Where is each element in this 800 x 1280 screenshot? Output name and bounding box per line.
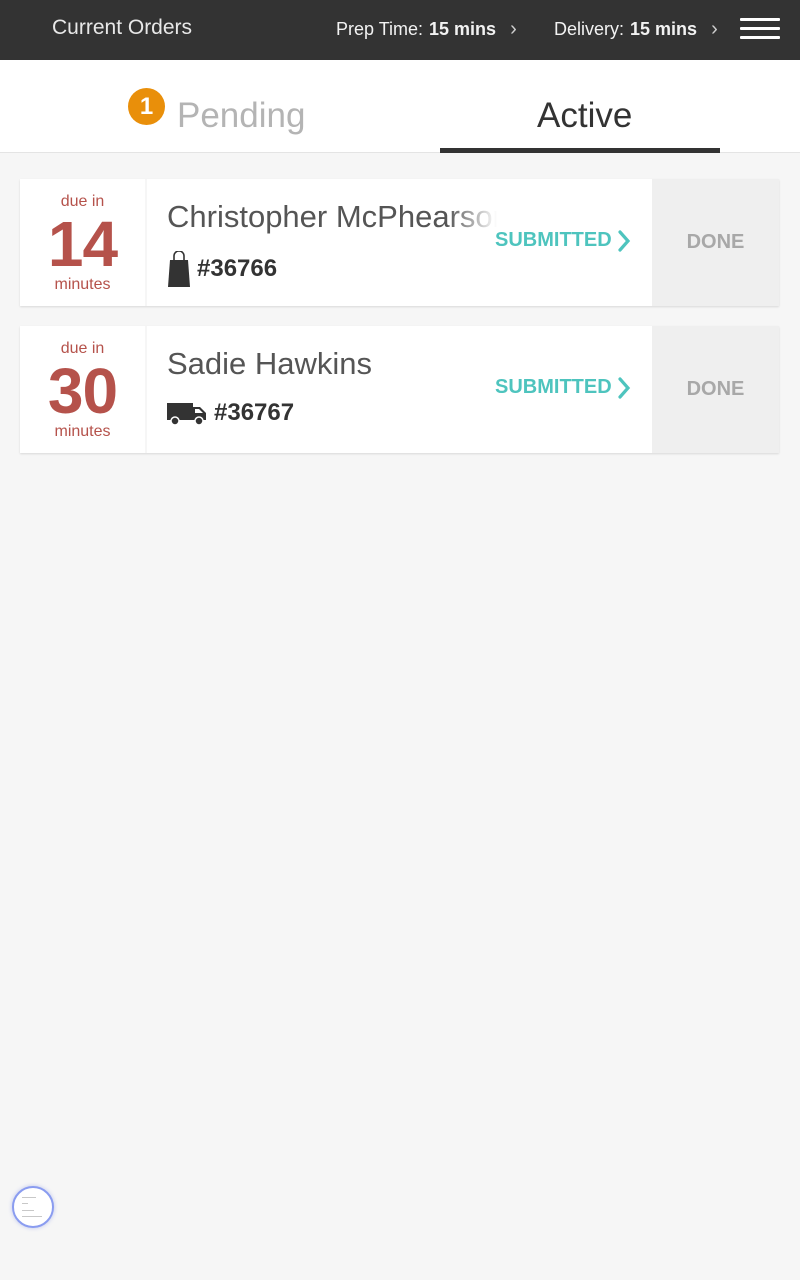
due-suffix: minutes xyxy=(54,276,111,293)
due-suffix: minutes xyxy=(54,423,111,440)
delivery-time-label: Delivery: xyxy=(554,19,625,39)
due-time-box: due in 30 minutes xyxy=(20,326,145,453)
order-status-link[interactable]: SUBMITTED xyxy=(495,229,631,252)
order-status: SUBMITTED xyxy=(495,229,612,251)
delivery-time-button[interactable]: Delivery: 15 mins › xyxy=(554,18,718,41)
delivery-time-value: 15 mins xyxy=(630,19,698,39)
chevron-right-icon: › xyxy=(510,18,517,40)
top-app-bar: Current Orders Prep Time: 15 mins › Deli… xyxy=(0,0,800,60)
prep-time-value: 15 mins xyxy=(429,19,497,39)
order-number: #36766 xyxy=(197,255,278,282)
pending-count-badge: 1 xyxy=(128,88,165,125)
assistant-thumbnail-line xyxy=(22,1197,36,1198)
assistant-thumbnail-line xyxy=(22,1216,42,1217)
active-tab-indicator xyxy=(440,148,720,153)
order-status: SUBMITTED xyxy=(495,376,612,398)
order-status-link[interactable]: SUBMITTED xyxy=(495,376,631,399)
tab-active[interactable]: Active xyxy=(440,60,720,153)
assistant-thumbnail-line xyxy=(22,1203,28,1204)
hamburger-menu-icon[interactable] xyxy=(740,16,782,42)
floating-assistant-button[interactable] xyxy=(12,1186,54,1228)
due-minutes: 30 xyxy=(47,355,118,427)
page-title: Current Orders xyxy=(52,16,193,39)
chevron-right-icon xyxy=(618,229,630,252)
order-number: #36767 xyxy=(214,399,295,426)
due-time-box: due in 14 minutes xyxy=(20,179,145,306)
due-minutes: 14 xyxy=(47,208,118,280)
assistant-thumbnail-line xyxy=(22,1210,34,1211)
customer-name: Christopher McPhearson xyxy=(167,199,497,234)
customer-name: Sadie Hawkins xyxy=(167,346,373,381)
order-card: due in 30 minutes Sadie Hawkins #36767 S… xyxy=(20,326,779,453)
chevron-right-icon: › xyxy=(711,18,718,40)
chevron-right-icon xyxy=(618,376,630,399)
shopping-bag-icon xyxy=(168,251,190,287)
done-button[interactable]: DONE xyxy=(652,179,779,306)
delivery-van-icon xyxy=(167,403,206,426)
order-tabs: 1 Pending Active xyxy=(0,60,800,153)
prep-time-button[interactable]: Prep Time: 15 mins › xyxy=(336,18,517,41)
order-details[interactable]: Sadie Hawkins #36767 SUBMITTED xyxy=(147,326,652,453)
tab-active-label: Active xyxy=(537,96,633,135)
prep-time-label: Prep Time: xyxy=(336,19,424,39)
tab-pending[interactable]: 1 Pending xyxy=(120,60,400,152)
order-details[interactable]: Christopher McPhearson #36766 SUBMITTED xyxy=(147,179,652,306)
tab-pending-label: Pending xyxy=(177,96,306,135)
done-button[interactable]: DONE xyxy=(652,326,779,453)
order-card: due in 14 minutes Christopher McPhearson… xyxy=(20,179,779,306)
